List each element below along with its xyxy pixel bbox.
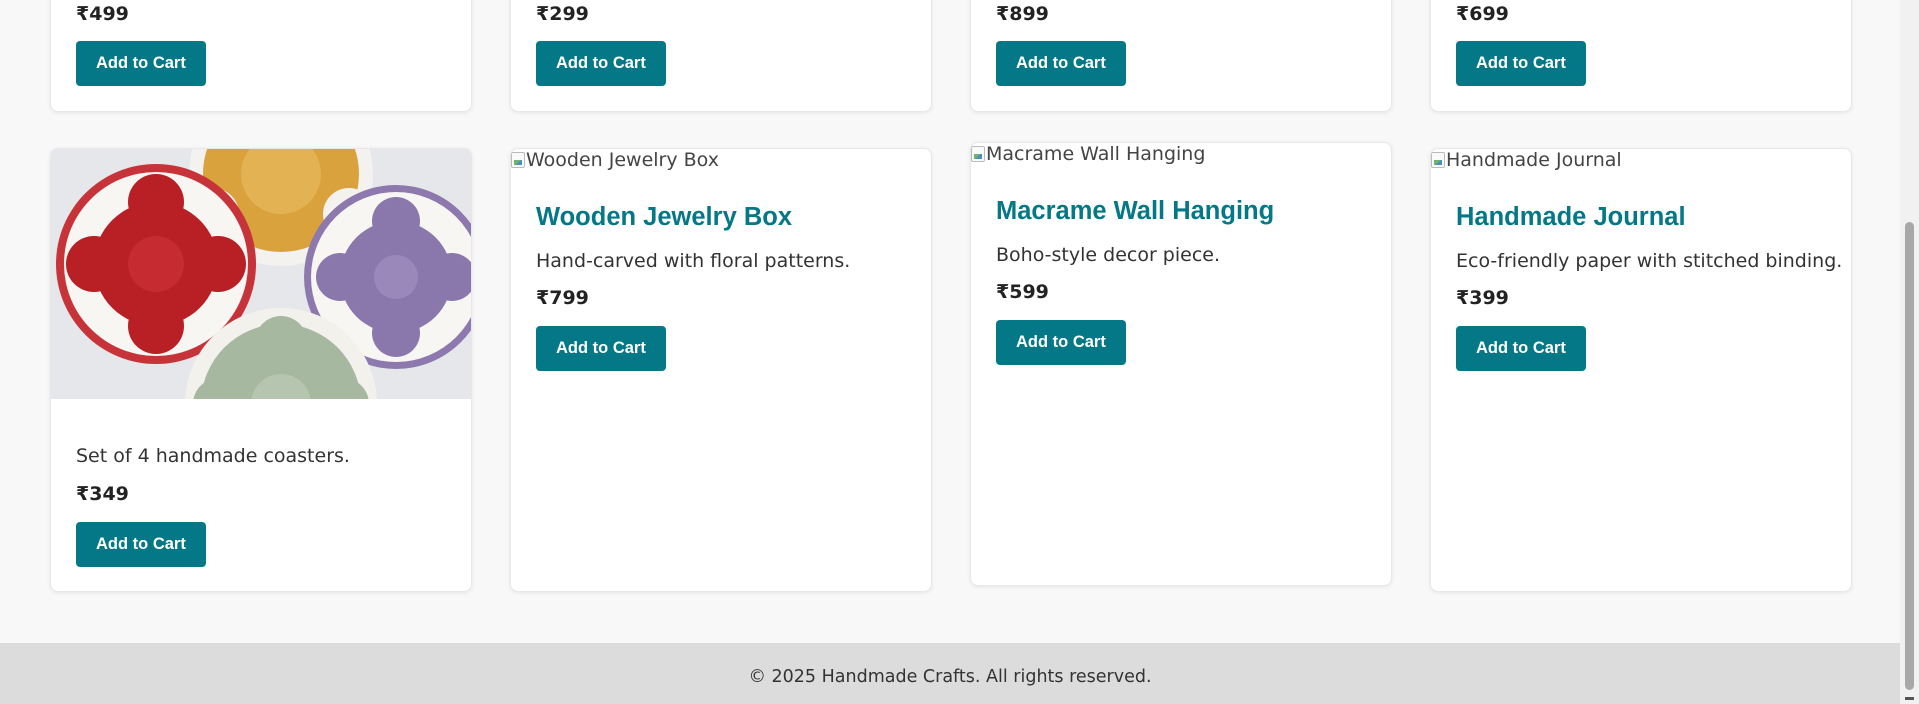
- product-price: ₹349: [76, 483, 129, 505]
- product-card-wooden-jewelry-box: Wooden Jewelry Box Wooden Jewelry Box Ha…: [510, 148, 932, 592]
- product-price: ₹799: [536, 287, 589, 309]
- product-price: ₹699: [1456, 3, 1509, 25]
- scrollbar-thumb[interactable]: [1905, 222, 1914, 690]
- add-to-cart-button[interactable]: Add to Cart: [536, 41, 666, 86]
- image-alt-text: Wooden Jewelry Box: [526, 149, 719, 171]
- product-card: ₹899 Add to Cart: [970, 0, 1392, 112]
- scroll-down-arrow-icon[interactable]: [1905, 697, 1914, 700]
- product-description: Set of 4 handmade coasters.: [76, 445, 350, 467]
- image-alt-text: Handmade Journal: [1446, 149, 1622, 171]
- product-price: ₹599: [996, 281, 1049, 303]
- product-description: Hand-carved with floral patterns.: [536, 250, 851, 272]
- vertical-scrollbar[interactable]: [1900, 0, 1919, 704]
- image-alt-text: Macrame Wall Hanging: [986, 143, 1206, 165]
- copyright-text: © 2025 Handmade Crafts. All rights reser…: [748, 667, 1152, 687]
- site-footer: © 2025 Handmade Crafts. All rights reser…: [0, 643, 1900, 704]
- add-to-cart-button[interactable]: Add to Cart: [1456, 326, 1586, 371]
- add-to-cart-button[interactable]: Add to Cart: [76, 41, 206, 86]
- broken-image-icon: [971, 146, 985, 162]
- add-to-cart-button[interactable]: Add to Cart: [76, 522, 206, 567]
- add-to-cart-button[interactable]: Add to Cart: [996, 41, 1126, 86]
- product-description: Boho-style decor piece.: [996, 244, 1221, 266]
- add-to-cart-button[interactable]: Add to Cart: [1456, 41, 1586, 86]
- page: ₹499 Add to Cart ₹299 Add to Cart ₹899 A…: [0, 0, 1900, 704]
- product-title: Macrame Wall Hanging: [996, 197, 1275, 225]
- broken-image-icon: [1431, 152, 1445, 168]
- product-card-handmade-journal: Handmade Journal Handmade Journal Eco-fr…: [1430, 148, 1852, 592]
- product-title: Handmade Journal: [1456, 203, 1686, 231]
- broken-image: Handmade Journal: [1431, 149, 1622, 171]
- product-title: Wooden Jewelry Box: [536, 203, 793, 231]
- product-card: ₹299 Add to Cart: [510, 0, 932, 112]
- product-price: ₹499: [76, 3, 129, 25]
- add-to-cart-button[interactable]: Add to Cart: [536, 326, 666, 371]
- broken-image: Wooden Jewelry Box: [511, 149, 719, 171]
- product-price: ₹899: [996, 3, 1049, 25]
- product-price: ₹399: [1456, 287, 1509, 309]
- product-card-coasters: Set of 4 handmade coasters. ₹349 Add to …: [50, 148, 472, 592]
- product-image: [51, 149, 471, 399]
- product-price: ₹299: [536, 3, 589, 25]
- product-card: ₹699 Add to Cart: [1430, 0, 1852, 112]
- coasters-photo: [51, 149, 471, 399]
- product-card: ₹499 Add to Cart: [50, 0, 472, 112]
- broken-image: Macrame Wall Hanging: [971, 143, 1205, 165]
- add-to-cart-button[interactable]: Add to Cart: [996, 320, 1126, 365]
- broken-image-icon: [511, 152, 525, 168]
- product-card-macrame-wall-hanging: Macrame Wall Hanging Macrame Wall Hangin…: [970, 142, 1392, 586]
- product-description: Eco-friendly paper with stitched binding…: [1456, 250, 1843, 272]
- browser-viewport: ₹499 Add to Cart ₹299 Add to Cart ₹899 A…: [0, 0, 1919, 704]
